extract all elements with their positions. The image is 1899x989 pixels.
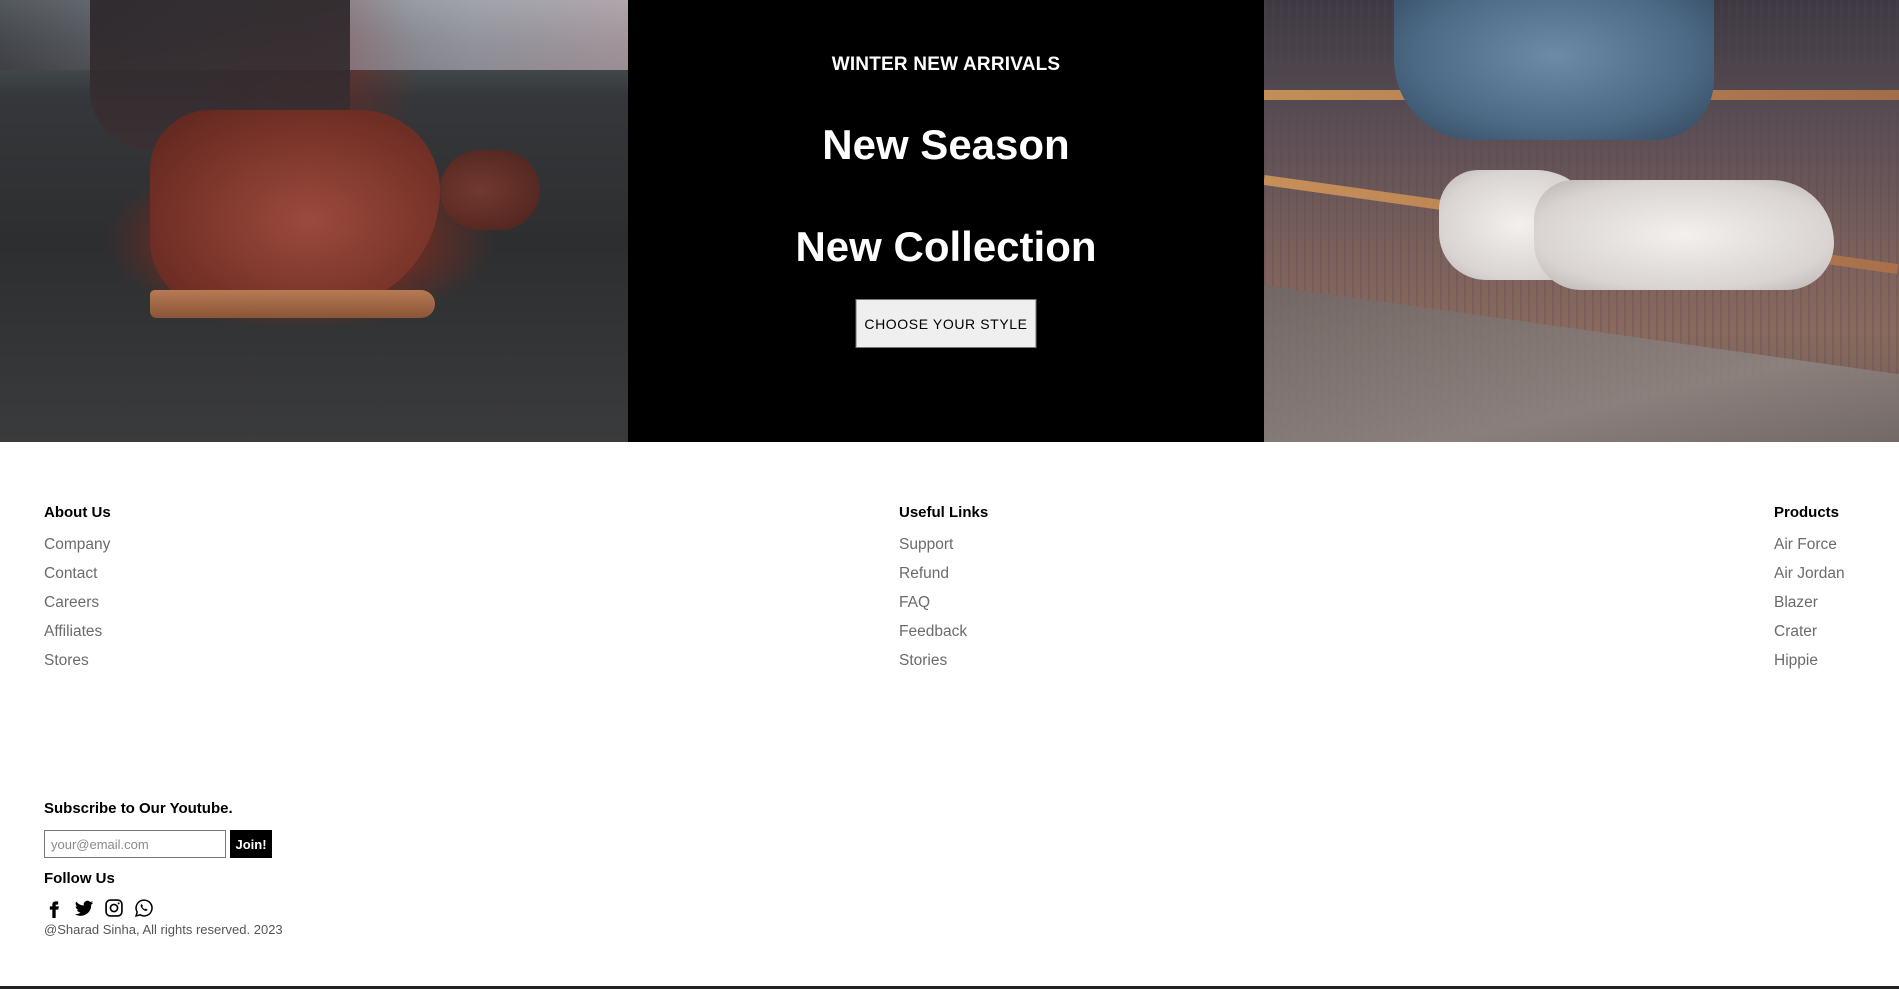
footer-products: Products Air Force Air Jordan Blazer Cra…	[1774, 504, 1845, 681]
footer-link-air-force[interactable]: Air Force	[1774, 536, 1845, 565]
follow-title: Follow Us	[44, 870, 115, 887]
join-button[interactable]: Join!	[230, 830, 272, 858]
footer-link-faq[interactable]: FAQ	[899, 594, 988, 623]
instagram-icon[interactable]	[104, 898, 124, 918]
footer-link-feedback[interactable]: Feedback	[899, 623, 988, 652]
footer-link-affiliates[interactable]: Affiliates	[44, 623, 111, 652]
footer-link-crater[interactable]: Crater	[1774, 623, 1845, 652]
whatsapp-icon[interactable]	[134, 898, 154, 918]
footer-link-stories[interactable]: Stories	[899, 652, 988, 681]
hero-gallery: WINTER NEW ARRIVALS New Season New Colle…	[0, 0, 1899, 442]
photo-ledge	[1264, 285, 1899, 442]
sneaker-photo	[1264, 0, 1899, 442]
subscribe-title: Subscribe to Our Youtube.	[44, 800, 233, 817]
twitter-icon[interactable]	[74, 898, 94, 918]
facebook-icon[interactable]	[44, 898, 64, 918]
footer-link-careers[interactable]: Careers	[44, 594, 111, 623]
photo-jeans	[1394, 0, 1714, 140]
footer-link-air-jordan[interactable]: Air Jordan	[1774, 565, 1845, 594]
hero-promo: WINTER NEW ARRIVALS New Season New Colle…	[628, 0, 1264, 442]
photo-boot	[150, 110, 440, 310]
footer-useful: Useful Links Support Refund FAQ Feedback…	[899, 504, 988, 681]
hero-eyebrow: WINTER NEW ARRIVALS	[831, 54, 1061, 75]
footer-about-heading: About Us	[44, 504, 111, 521]
footer-products-heading: Products	[1774, 504, 1840, 521]
footer-about: About Us Company Contact Careers Affilia…	[44, 504, 111, 681]
page: WINTER NEW ARRIVALS New Season New Colle…	[0, 0, 1899, 989]
footer-link-support[interactable]: Support	[899, 536, 988, 565]
email-input[interactable]	[44, 830, 226, 858]
photo-boot-back	[440, 150, 540, 230]
hero-headline-season: New Season	[822, 121, 1070, 168]
social-icons	[44, 898, 154, 918]
copyright-text: @Sharad Sinha, All rights reserved. 2023	[44, 922, 283, 937]
choose-style-button[interactable]: CHOOSE YOUR STYLE	[855, 299, 1037, 348]
footer-link-hippie[interactable]: Hippie	[1774, 652, 1845, 681]
footer-link-refund[interactable]: Refund	[899, 565, 988, 594]
footer-link-blazer[interactable]: Blazer	[1774, 594, 1845, 623]
boot-photo	[0, 0, 628, 442]
footer-link-stores[interactable]: Stores	[44, 652, 111, 681]
photo-sneaker-right	[1534, 180, 1834, 290]
footer-useful-heading: Useful Links	[899, 504, 989, 521]
subscribe-section: Subscribe to Our Youtube. Join!	[44, 800, 272, 858]
footer-link-company[interactable]: Company	[44, 536, 111, 565]
hero-headline-collection: New Collection	[795, 223, 1097, 270]
subscribe-form: Join!	[44, 830, 272, 858]
photo-boot-sole	[150, 290, 435, 318]
footer-link-contact[interactable]: Contact	[44, 565, 111, 594]
